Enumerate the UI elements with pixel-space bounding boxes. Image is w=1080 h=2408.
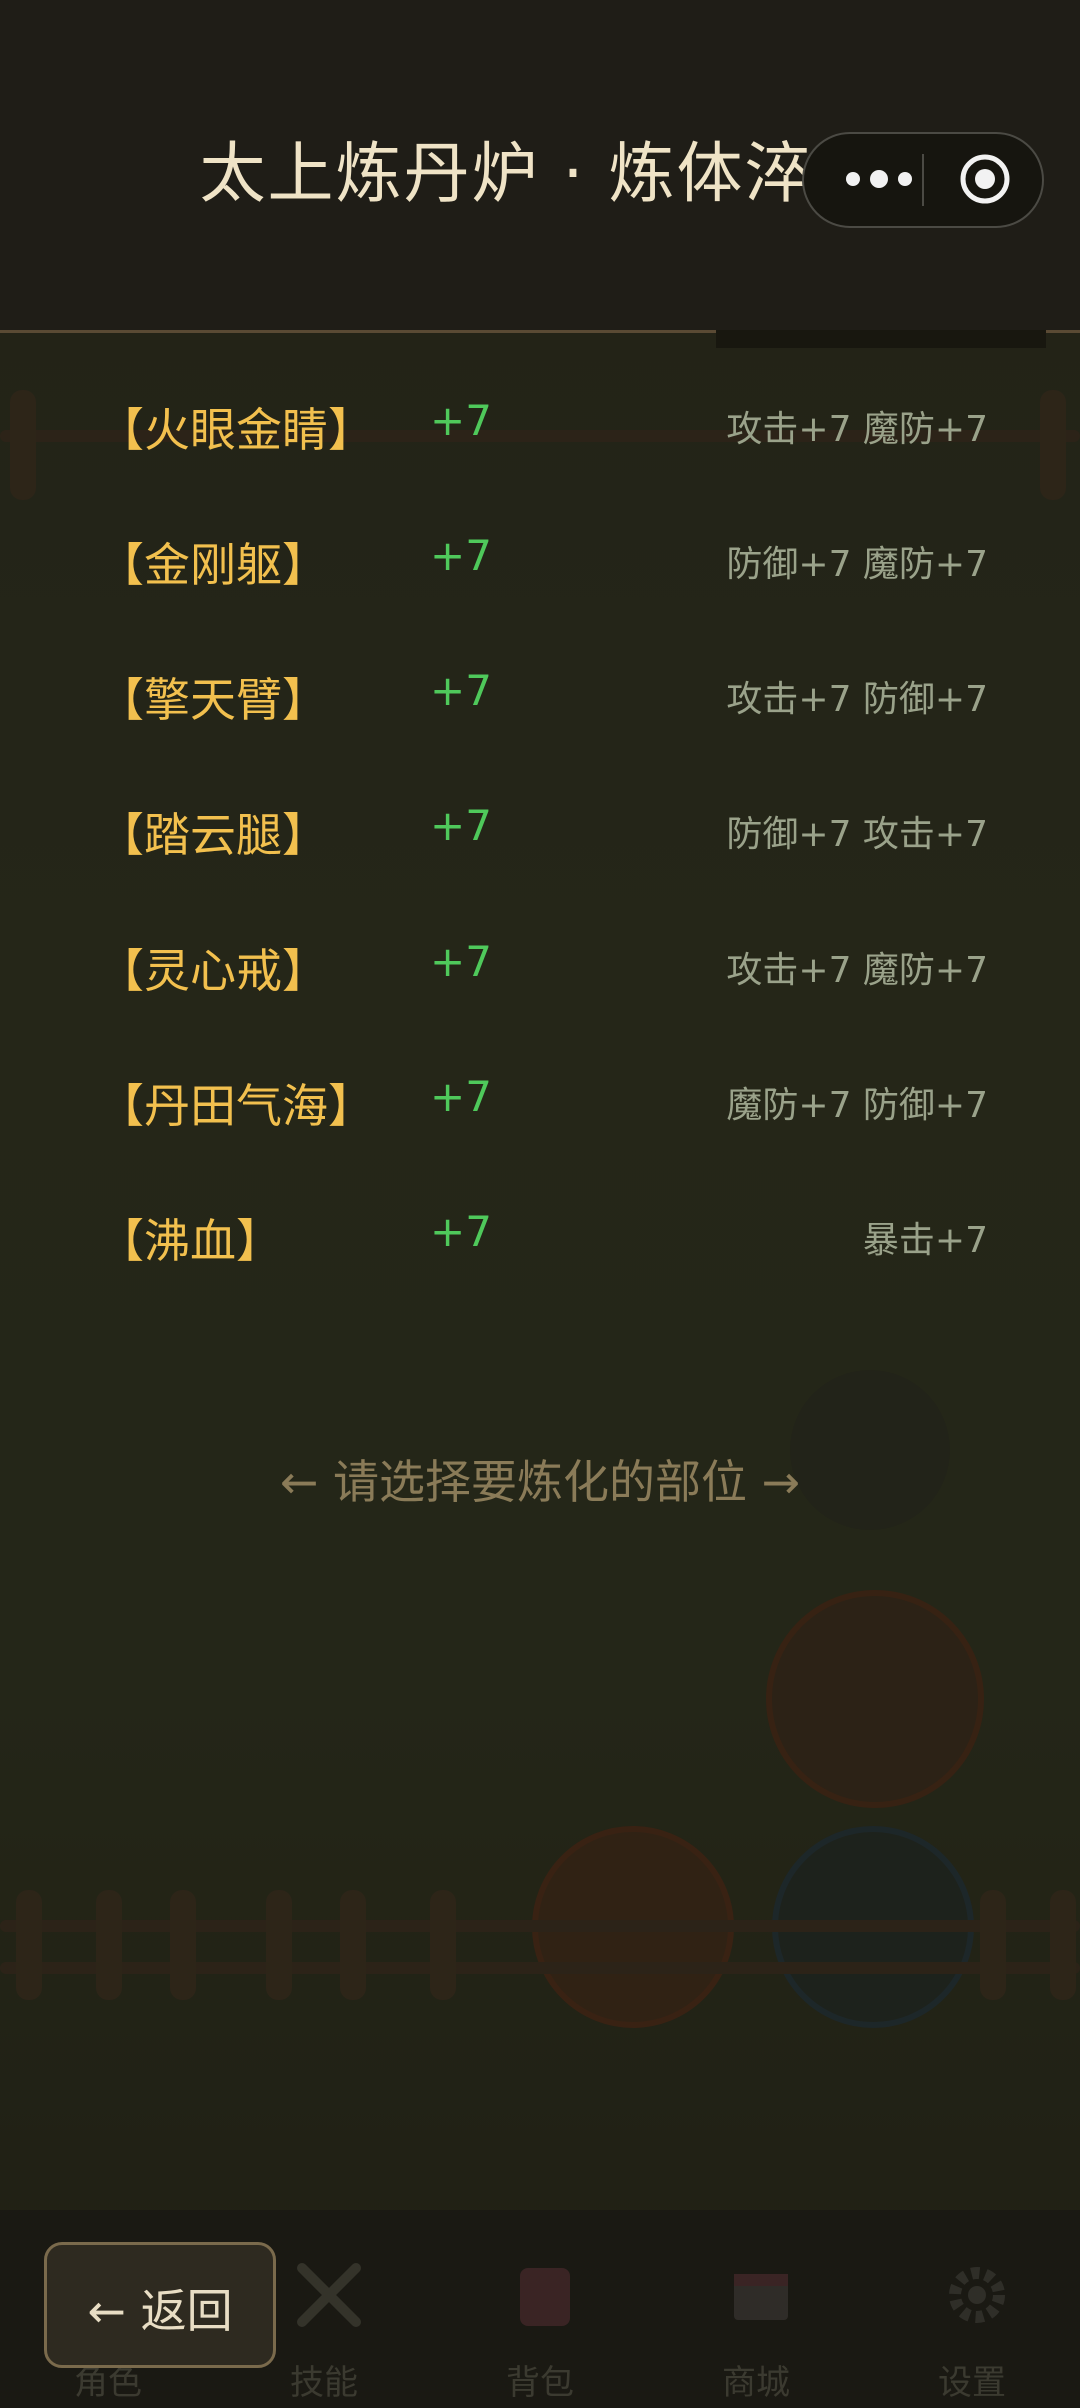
part-name: 【灵心戒】 bbox=[98, 944, 328, 998]
page-header: 太上炼丹炉 · 炼体淬体 bbox=[0, 0, 1080, 333]
selection-hint: ← 请选择要炼化的部位 → bbox=[279, 1455, 801, 1509]
part-level: +7 bbox=[430, 937, 492, 986]
part-stats: 攻击+7 防御+7 bbox=[726, 679, 988, 720]
part-stats: 防御+7 攻击+7 bbox=[726, 814, 988, 855]
part-row[interactable]: 【擎天臂】 +7 攻击+7 防御+7 bbox=[0, 636, 1080, 756]
part-name: 【擎天臂】 bbox=[98, 673, 328, 727]
more-icon[interactable] bbox=[846, 162, 930, 196]
part-level: +7 bbox=[430, 666, 492, 715]
part-row[interactable]: 【火眼金睛】 +7 攻击+7 魔防+7 bbox=[0, 366, 1080, 486]
part-stats: 攻击+7 魔防+7 bbox=[726, 409, 988, 450]
part-name: 【火眼金睛】 bbox=[98, 403, 374, 457]
part-level: +7 bbox=[430, 801, 492, 850]
part-row[interactable]: 【沸血】 +7 暴击+7 bbox=[0, 1177, 1080, 1297]
part-stats: 魔防+7 防御+7 bbox=[726, 1085, 988, 1126]
header-strip bbox=[716, 330, 1046, 348]
part-row[interactable]: 【金刚躯】 +7 防御+7 魔防+7 bbox=[0, 501, 1080, 621]
part-name: 【沸血】 bbox=[98, 1214, 282, 1268]
nav-label: 商城 bbox=[722, 2363, 790, 2403]
nav-item-settings[interactable]: 设置 bbox=[864, 2210, 1080, 2408]
part-row[interactable]: 【踏云腿】 +7 防御+7 攻击+7 bbox=[0, 771, 1080, 891]
part-row[interactable]: 【丹田气海】 +7 魔防+7 防御+7 bbox=[0, 1042, 1080, 1162]
nav-label: 设置 bbox=[938, 2363, 1006, 2403]
part-name: 【丹田气海】 bbox=[98, 1079, 374, 1133]
nav-item-backpack[interactable]: 背包 bbox=[432, 2210, 648, 2408]
gear-icon bbox=[942, 2260, 1012, 2330]
part-level: +7 bbox=[430, 1072, 492, 1121]
capsule-divider bbox=[922, 154, 924, 206]
backpack-icon bbox=[510, 2260, 580, 2330]
part-stats: 防御+7 魔防+7 bbox=[726, 544, 988, 585]
crossed-swords-icon bbox=[294, 2260, 364, 2330]
part-stats: 暴击+7 bbox=[862, 1220, 988, 1261]
close-target-icon[interactable] bbox=[958, 152, 1012, 206]
back-button-label: ← 返回 bbox=[87, 2284, 233, 2338]
mini-program-capsule bbox=[802, 132, 1044, 228]
nav-label: 背包 bbox=[506, 2363, 574, 2403]
part-stats: 攻击+7 魔防+7 bbox=[726, 950, 988, 991]
part-name: 【踏云腿】 bbox=[98, 808, 328, 862]
part-level: +7 bbox=[430, 396, 492, 445]
back-button[interactable]: ← 返回 bbox=[44, 2242, 276, 2368]
part-level: +7 bbox=[430, 531, 492, 580]
part-level: +7 bbox=[430, 1207, 492, 1256]
shop-icon bbox=[726, 2260, 796, 2330]
nav-item-shop[interactable]: 商城 bbox=[648, 2210, 864, 2408]
part-row[interactable]: 【灵心戒】 +7 攻击+7 魔防+7 bbox=[0, 907, 1080, 1027]
part-name: 【金刚躯】 bbox=[98, 538, 328, 592]
